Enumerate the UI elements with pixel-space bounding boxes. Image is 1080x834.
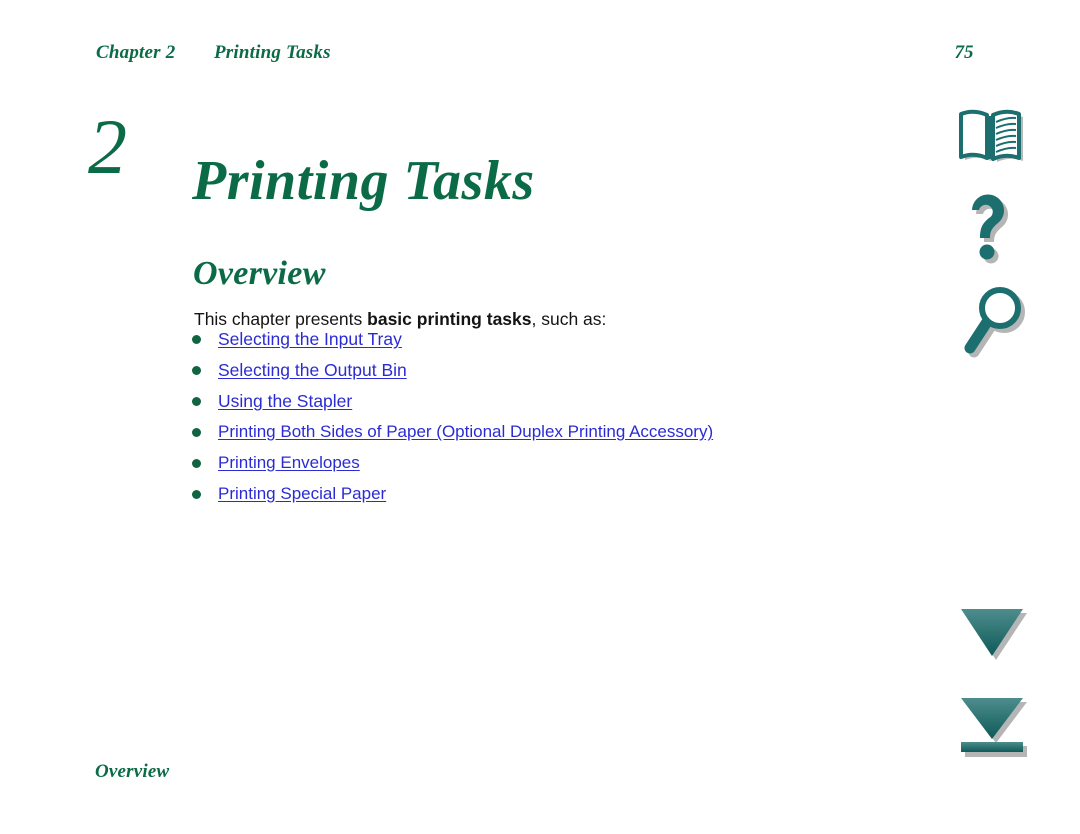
list-item: Printing Both Sides of Paper (Optional D… <box>192 420 892 451</box>
topic-link-list: Selecting the Input Tray Selecting the O… <box>192 327 892 513</box>
magnifying-glass-icon[interactable] <box>962 286 1028 364</box>
list-item: Selecting the Output Bin <box>192 358 892 389</box>
down-triangle-bar-icon[interactable] <box>954 694 1034 766</box>
intro-text-emphasis: basic printing tasks <box>367 308 532 329</box>
topic-link-selecting-the-input-tray[interactable]: Selecting the Input Tray <box>218 327 402 351</box>
bullet-dot-icon <box>192 335 201 344</box>
page-title: Printing Tasks <box>192 149 535 212</box>
list-item: Printing Envelopes <box>192 451 892 482</box>
document-page: Chapter 2 Printing Tasks 75 2 Printing T… <box>0 0 1080 834</box>
topic-link-printing-special-paper[interactable]: Printing Special Paper <box>218 482 386 506</box>
running-header-chapter: Chapter 2 <box>96 42 176 63</box>
bullet-dot-icon <box>192 428 201 437</box>
list-item: Using the Stapler <box>192 389 892 420</box>
navigation-icon-rail <box>950 100 1046 790</box>
down-triangle-icon[interactable] <box>954 604 1034 666</box>
bullet-dot-icon <box>192 397 201 406</box>
intro-text-suffix: , such as: <box>531 308 607 329</box>
question-mark-icon[interactable] <box>964 188 1026 268</box>
topic-link-selecting-the-output-bin[interactable]: Selecting the Output Bin <box>218 358 407 382</box>
topic-link-using-the-stapler[interactable]: Using the Stapler <box>218 389 352 413</box>
bullet-dot-icon <box>192 366 201 375</box>
page-number: 75 <box>954 42 974 63</box>
topic-link-printing-both-sides-of-paper[interactable]: Printing Both Sides of Paper (Optional D… <box>218 420 713 444</box>
section-heading-overview: Overview <box>193 255 326 293</box>
chapter-number: 2 <box>88 103 127 190</box>
running-header: Chapter 2 Printing Tasks 75 <box>96 42 984 68</box>
list-item: Printing Special Paper <box>192 482 892 513</box>
footer-section-label: Overview <box>95 761 170 782</box>
intro-text-prefix: This chapter presents <box>194 308 368 329</box>
bullet-dot-icon <box>192 459 201 468</box>
running-header-title: Printing Tasks <box>214 42 331 63</box>
open-book-icon[interactable] <box>956 108 1030 170</box>
list-item: Selecting the Input Tray <box>192 327 892 358</box>
topic-link-printing-envelopes[interactable]: Printing Envelopes <box>218 451 360 475</box>
bullet-dot-icon <box>192 490 201 499</box>
